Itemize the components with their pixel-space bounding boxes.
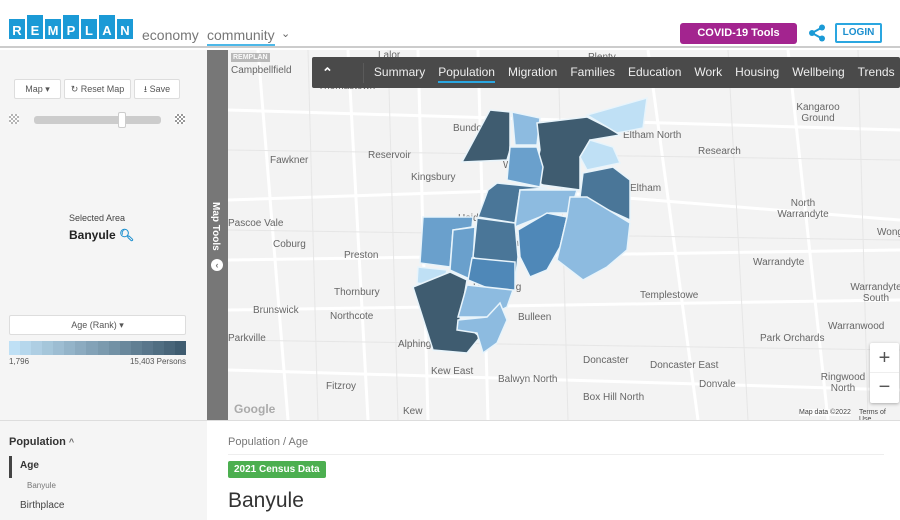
- reset-icon: ↻: [70, 84, 81, 94]
- page-title: Banyule: [228, 489, 304, 512]
- tab-migration[interactable]: Migration: [508, 63, 557, 83]
- google-logo: Google: [234, 402, 276, 416]
- legend-swatch: [86, 341, 98, 355]
- legend-max: 15,403 Persons: [129, 357, 186, 366]
- choropleth-layer: [412, 96, 648, 355]
- sidebar-item-age[interactable]: Age: [20, 460, 39, 471]
- collapse-left-icon[interactable]: ‹: [211, 259, 223, 271]
- search-icon[interactable]: 🔍︎: [119, 228, 134, 242]
- logo-letter: A: [99, 15, 115, 39]
- map[interactable]: LalorPlentyCampbellfieldThomastownKangar…: [228, 50, 900, 420]
- zoom-out-button[interactable]: −: [870, 373, 899, 403]
- legend-min: 1,796: [9, 357, 30, 366]
- legend-swatch: [97, 341, 109, 355]
- selected-area-value: Banyule: [69, 228, 116, 242]
- legend-swatch: [108, 341, 120, 355]
- reset-label: Reset Map: [80, 84, 125, 94]
- opacity-slider-handle[interactable]: [118, 112, 126, 128]
- topic-sidebar: Population ^ Age Banyule Birthplace: [0, 420, 207, 520]
- map-tools-toggle[interactable]: Map Tools ‹: [207, 50, 228, 420]
- logo-letter: N: [117, 19, 133, 39]
- map-attribution: Map data ©2022: [799, 409, 851, 416]
- legend-swatch: [130, 341, 142, 355]
- census-badge: 2021 Census Data: [228, 461, 326, 478]
- legend-swatch: [141, 341, 153, 355]
- legend-swatch: [152, 341, 164, 355]
- save-label: Save: [149, 84, 171, 94]
- tab-population[interactable]: Population: [438, 63, 495, 83]
- remplan-logo[interactable]: R E M P L A N: [9, 15, 133, 39]
- logo-letter: R: [9, 19, 25, 39]
- active-indicator: [9, 456, 12, 478]
- logo-letter: E: [27, 15, 43, 39]
- legend-swatch: [53, 341, 65, 355]
- legend-swatch: [20, 341, 32, 355]
- logo-letter: M: [45, 19, 61, 39]
- map-tools-label: Map Tools: [210, 202, 221, 251]
- tab-summary[interactable]: Summary: [374, 63, 425, 83]
- content-area: Population / Age 2021 Census Data Banyul…: [207, 420, 900, 520]
- share-icon[interactable]: [808, 24, 826, 42]
- tab-families[interactable]: Families: [570, 63, 615, 83]
- divider: [228, 454, 884, 455]
- selected-area-name: Banyule 🔍︎: [69, 228, 134, 242]
- legend-swatch: [64, 341, 76, 355]
- tab-trends[interactable]: Trends: [858, 63, 895, 83]
- sidebar-subitem-banyule[interactable]: Banyule: [27, 481, 56, 490]
- legend-swatch: [42, 341, 54, 355]
- sidebar-section-population[interactable]: Population ^: [9, 436, 74, 448]
- transparent-icon: [9, 114, 19, 124]
- terms-link[interactable]: Terms of Use: [859, 409, 900, 420]
- chevron-down-icon[interactable]: ⌄: [281, 27, 290, 40]
- legend-swatch: [75, 341, 87, 355]
- zoom-in-button[interactable]: +: [870, 343, 899, 373]
- tab-wellbeing[interactable]: Wellbeing: [792, 63, 844, 83]
- legend-swatch: [163, 341, 175, 355]
- map-controls-panel: Map ▾ ↻ Reset Map ⭳ Save Selected Area B…: [0, 50, 207, 420]
- logo-letter: P: [63, 15, 79, 39]
- legend-swatch: [9, 341, 21, 355]
- breadcrumb: Population / Age: [228, 436, 309, 448]
- header: R E M P L A N economy community ⌄ COVID-…: [0, 0, 900, 48]
- watermark-text: REMPLAN: [231, 53, 270, 62]
- logo-letter: L: [81, 19, 97, 39]
- tab-work[interactable]: Work: [694, 63, 722, 83]
- section-label: Population: [9, 436, 66, 448]
- sidebar-item-birthplace[interactable]: Birthplace: [20, 500, 64, 511]
- legend-color-scale: [9, 341, 186, 355]
- legend-swatch: [119, 341, 131, 355]
- opaque-icon: [175, 114, 185, 124]
- suburb-region[interactable]: [460, 109, 511, 163]
- covid-tools-button[interactable]: COVID-19 Tools: [680, 23, 797, 44]
- nav-community[interactable]: community: [207, 27, 275, 46]
- map-type-dropdown[interactable]: Map ▾: [14, 79, 61, 99]
- login-button[interactable]: LOGIN: [835, 23, 882, 43]
- selected-area-label: Selected Area: [68, 213, 126, 223]
- opacity-slider[interactable]: [34, 116, 161, 124]
- suburb-region[interactable]: [506, 146, 544, 188]
- tab-education[interactable]: Education: [628, 63, 681, 83]
- nav-economy[interactable]: economy: [142, 27, 199, 43]
- legend-swatch: [31, 341, 43, 355]
- save-button[interactable]: ⭳ Save: [134, 79, 180, 99]
- legend-swatch: [174, 341, 186, 355]
- remplan-watermark: REMPLAN: [231, 53, 270, 62]
- suburb-region[interactable]: [511, 111, 541, 146]
- tab-housing[interactable]: Housing: [735, 63, 779, 83]
- chevron-up-icon: ^: [68, 437, 75, 447]
- chevron-up-icon[interactable]: ⌃: [322, 65, 333, 81]
- reset-map-button[interactable]: ↻ Reset Map: [64, 79, 131, 99]
- topic-toolbar: ⌃ Summary Population Migration Families Educ…: [312, 57, 900, 88]
- metric-dropdown[interactable]: Age (Rank) ▾: [9, 315, 186, 335]
- suburb-region[interactable]: [457, 284, 515, 318]
- zoom-control: + −: [870, 343, 899, 403]
